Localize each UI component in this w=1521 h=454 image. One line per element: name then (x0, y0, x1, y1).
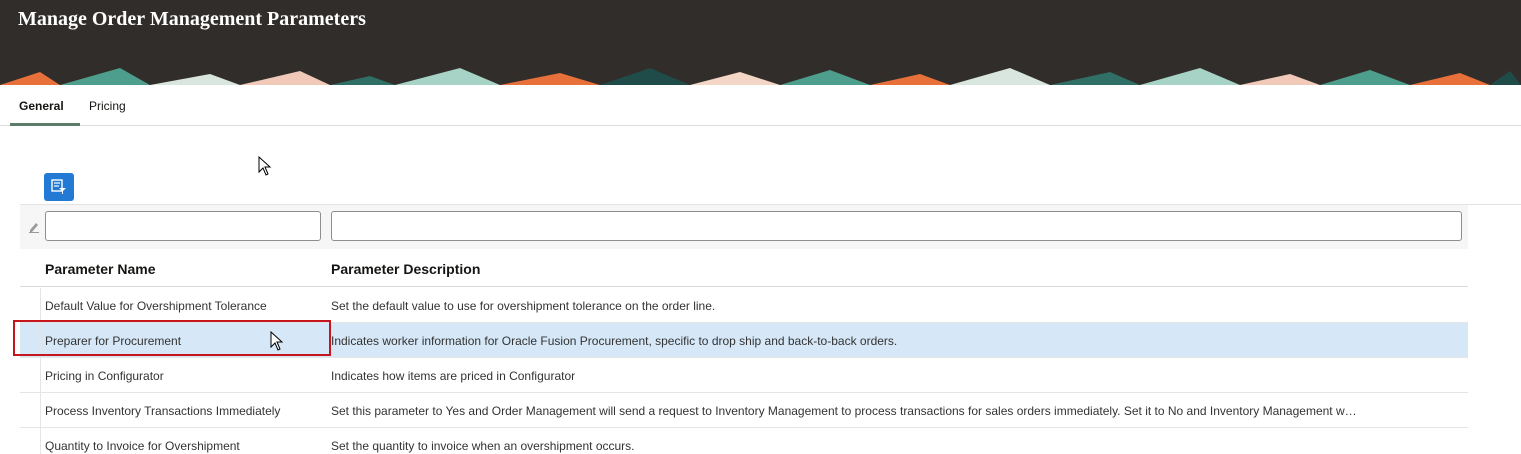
table-filter-row (20, 205, 1468, 249)
parameter-name-filter-input[interactable] (45, 211, 321, 241)
parameter-name-cell: Quantity to Invoice for Overshipment (45, 439, 240, 453)
parameter-name-cell: Default Value for Overshipment Tolerance (45, 299, 267, 313)
parameter-description-cell: Set the quantity to invoice when an over… (331, 439, 635, 453)
mouse-pointer-icon (270, 331, 284, 351)
parameter-description-filter-input[interactable] (331, 211, 1462, 241)
parameter-description-cell: Set the default value to use for overshi… (331, 299, 716, 313)
active-tab-indicator (10, 123, 80, 126)
table-row[interactable]: Quantity to Invoice for Overshipment Set… (20, 428, 1468, 454)
page-header: Manage Order Management Parameters (0, 0, 1521, 85)
decorative-banner-art (0, 68, 1521, 85)
table-row[interactable]: Pricing in Configurator Indicates how it… (20, 358, 1468, 393)
row-gutter (20, 393, 41, 427)
parameter-description-cell: Set this parameter to Yes and Order Mana… (331, 404, 1357, 418)
table-header-row: Parameter Name Parameter Description (20, 249, 1468, 287)
parameter-description-cell: Indicates how items are priced in Config… (331, 369, 576, 383)
query-by-example-button[interactable] (44, 173, 74, 201)
table-row[interactable]: Process Inventory Transactions Immediate… (20, 393, 1468, 428)
tab-bar: General Pricing (0, 85, 1521, 126)
parameter-name-cell: Pricing in Configurator (45, 369, 164, 383)
column-header-parameter-description[interactable]: Parameter Description (331, 261, 480, 277)
column-header-parameter-name[interactable]: Parameter Name (45, 261, 156, 277)
row-gutter (20, 428, 41, 454)
tab-pricing[interactable]: Pricing (89, 99, 126, 113)
parameter-name-cell: Process Inventory Transactions Immediate… (45, 404, 281, 418)
row-gutter (20, 288, 41, 322)
tab-general[interactable]: General (19, 99, 64, 113)
query-by-example-icon (51, 179, 66, 194)
edit-pencil-icon (29, 223, 39, 233)
mouse-pointer-icon (258, 156, 272, 176)
row-gutter (20, 358, 41, 392)
page-title: Manage Order Management Parameters (18, 8, 366, 30)
table-row[interactable]: Default Value for Overshipment Tolerance… (20, 288, 1468, 323)
parameter-description-cell: Indicates worker information for Oracle … (331, 334, 898, 348)
